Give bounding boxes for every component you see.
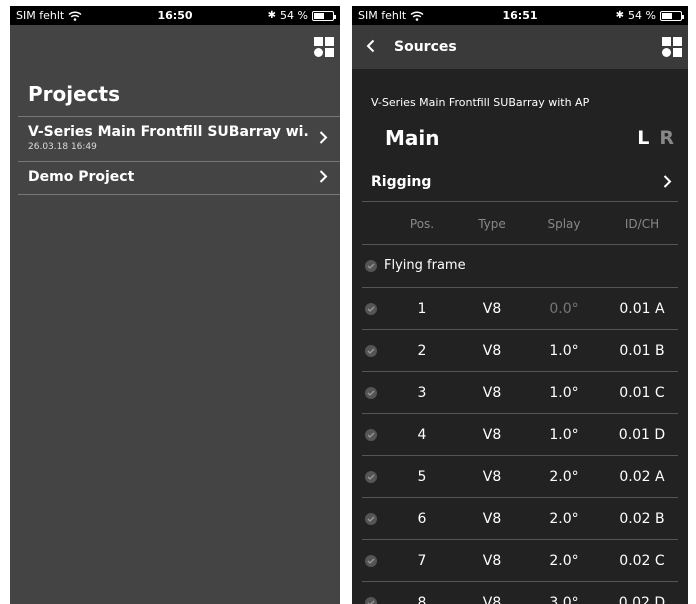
checkmark-icon (365, 596, 377, 604)
battery-icon (660, 10, 684, 21)
table-body: 1 V8 0.0° 0.01 A 2 V8 1.0° 0.01 B 3 V8 1.0° 0.01 C 4… (362, 288, 678, 604)
rigging-label: Rigging (371, 174, 432, 190)
table-row[interactable]: 8 V8 3.0° 0.02 D (362, 582, 678, 604)
chevron-left-icon (366, 38, 375, 57)
table-row[interactable]: 1 V8 0.0° 0.01 A (362, 288, 678, 330)
side-right-button[interactable]: R (659, 127, 674, 149)
bluetooth-icon: ✱ (267, 10, 277, 21)
cell-splay[interactable]: 2.0° (534, 540, 594, 581)
cell-type: V8 (482, 510, 502, 527)
cell-type: V8 (482, 594, 502, 604)
battery-percent: 54 % (628, 9, 656, 22)
cell-pos: 6 (417, 510, 427, 527)
cell-type: V8 (482, 468, 502, 485)
side-toggle: L R (637, 127, 674, 149)
cell-type: V8 (482, 552, 502, 569)
carrier-label: SIM fehlt (16, 9, 65, 22)
sources-screen: SIM fehlt 16:51 ✱ 54 % Sources V-Series … (352, 6, 688, 604)
flying-frame-label: Flying frame (384, 258, 466, 273)
project-list: V-Series Main Frontfill SUBarray wi... 2… (18, 116, 340, 195)
table-row[interactable]: 2 V8 1.0° 0.01 B (362, 330, 678, 372)
battery-fill (314, 12, 324, 19)
cell-pos: 2 (417, 342, 427, 359)
battery-icon (312, 10, 336, 21)
project-row[interactable]: Demo Project (18, 161, 340, 195)
array-table: Pos. Type Splay ID/CH Flying frame 1 V8 0.… (362, 203, 678, 604)
table-row[interactable]: 7 V8 2.0° 0.02 C (362, 540, 678, 582)
projects-screen: SIM fehlt 16:50 ✱ 54 % Projects V-Series… (10, 6, 340, 604)
checkmark-icon (365, 512, 377, 525)
column-header-splay: Splay (547, 216, 581, 231)
checkmark-icon (365, 302, 377, 315)
wifi-icon (68, 10, 82, 21)
chevron-right-icon (319, 130, 328, 149)
cell-type: V8 (482, 300, 502, 317)
side-left-button[interactable]: L (637, 127, 649, 149)
checkmark-icon (365, 260, 377, 272)
cell-id: 0.02 D (618, 594, 666, 604)
cell-splay[interactable]: 2.0° (534, 456, 594, 497)
nav-title: Sources (394, 39, 457, 55)
chevron-right-icon (319, 169, 328, 188)
flying-frame-row[interactable]: Flying frame (362, 245, 678, 288)
carrier-label: SIM fehlt (358, 9, 407, 22)
cell-pos: 8 (417, 594, 427, 604)
status-bar: SIM fehlt 16:51 ✱ 54 % (352, 6, 688, 25)
project-name: V-Series Main Frontfill SUBarray wi... (28, 124, 310, 140)
page-title: Projects (28, 82, 121, 106)
source-detail: V-Series Main Frontfill SUBarray with AP… (362, 69, 688, 604)
column-header-id: ID/CH (624, 216, 660, 231)
battery-percent: 54 % (280, 9, 308, 22)
cell-splay[interactable]: 1.0° (534, 330, 594, 371)
checkmark-icon (365, 344, 377, 357)
chevron-right-icon (663, 173, 672, 192)
back-button[interactable] (366, 38, 375, 57)
cell-id: 0.01 D (618, 426, 666, 443)
cell-splay[interactable]: 1.0° (534, 372, 594, 413)
battery-fill (662, 12, 672, 19)
cell-splay[interactable]: 0.0° (534, 288, 594, 329)
column-header-pos: Pos. (409, 216, 435, 231)
project-date: 26.03.18 16:49 (28, 142, 97, 152)
cell-id: 0.01 A (619, 300, 665, 317)
nav-bar: Sources (352, 25, 688, 69)
cell-type: V8 (482, 426, 502, 443)
project-row[interactable]: V-Series Main Frontfill SUBarray wi... 2… (18, 116, 340, 161)
table-row[interactable]: 3 V8 1.0° 0.01 C (362, 372, 678, 414)
grid-apps-icon[interactable] (662, 37, 682, 57)
source-name: Main (385, 126, 440, 150)
cell-splay[interactable]: 3.0° (534, 582, 594, 604)
cell-id: 0.01 C (619, 384, 665, 401)
cell-pos: 4 (417, 426, 427, 443)
project-name: Demo Project (28, 169, 135, 185)
table-row[interactable]: 5 V8 2.0° 0.02 A (362, 456, 678, 498)
table-row[interactable]: 4 V8 1.0° 0.01 D (362, 414, 678, 456)
project-subtitle: V-Series Main Frontfill SUBarray with AP (371, 96, 590, 109)
checkmark-icon (365, 470, 377, 483)
cell-id: 0.01 B (619, 342, 665, 359)
cell-type: V8 (482, 384, 502, 401)
cell-id: 0.02 C (619, 552, 665, 569)
cell-splay[interactable]: 1.0° (534, 414, 594, 455)
checkmark-icon (365, 554, 377, 567)
cell-type: V8 (482, 342, 502, 359)
status-bar: SIM fehlt 16:50 ✱ 54 % (10, 6, 340, 25)
cell-pos: 7 (417, 552, 427, 569)
checkmark-icon (365, 386, 377, 399)
cell-id: 0.02 A (619, 468, 665, 485)
column-header-type: Type (478, 216, 506, 231)
cell-pos: 3 (417, 384, 427, 401)
cell-splay[interactable]: 2.0° (534, 498, 594, 539)
grid-apps-icon[interactable] (314, 37, 334, 57)
rigging-row[interactable]: Rigging (362, 164, 678, 202)
table-row[interactable]: 6 V8 2.0° 0.02 B (362, 498, 678, 540)
checkmark-icon (365, 428, 377, 441)
wifi-icon (410, 10, 424, 21)
cell-id: 0.02 B (619, 510, 665, 527)
cell-pos: 1 (417, 300, 427, 317)
cell-pos: 5 (417, 468, 427, 485)
table-header: Pos. Type Splay ID/CH (362, 203, 678, 245)
bluetooth-icon: ✱ (615, 10, 625, 21)
